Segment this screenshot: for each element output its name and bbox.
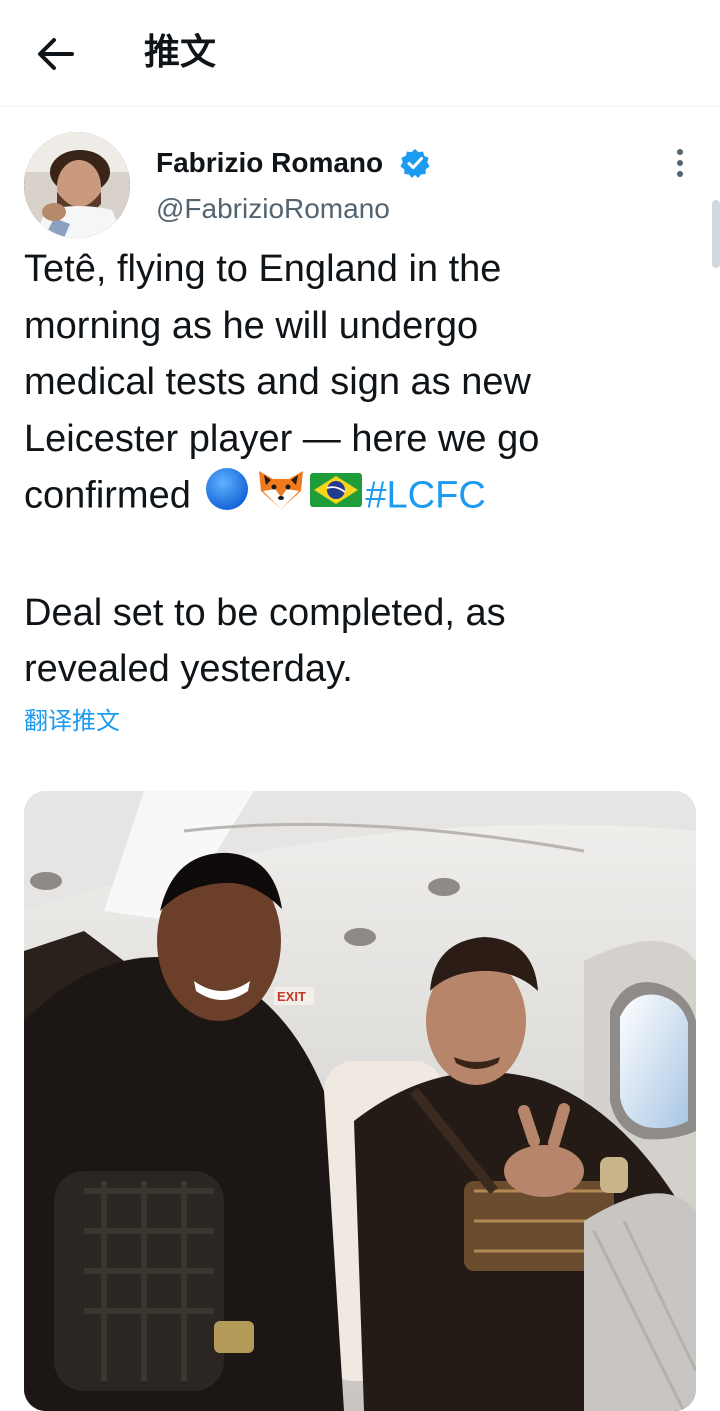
top-bar: 推文 [0,0,720,107]
tweet-text: Tetê, flying to England in the morning a… [24,241,684,698]
hashtag-link[interactable]: #LCFC [365,475,485,517]
page-title: 推文 [144,31,217,72]
translate-tweet-link[interactable]: 翻译推文 [24,706,120,738]
back-button[interactable] [34,32,78,76]
tweet-text-part2: Deal set to be completed, as revealed ye… [24,591,506,691]
verified-badge-icon [400,149,430,178]
brazil-flag-emoji [309,467,363,528]
scrollbar[interactable] [712,200,720,268]
more-vertical-icon [677,149,683,177]
avatar[interactable] [24,132,130,238]
arrow-left-icon [38,38,74,70]
exit-sign: EXIT [277,989,306,1004]
tweet-photo[interactable]: EXIT [24,791,696,1411]
more-options-button[interactable] [664,146,696,182]
author-display-name[interactable]: Fabrizio Romano [156,145,383,181]
fox-emoji [255,467,307,528]
blue-circle-emoji [201,467,253,528]
author-handle[interactable]: @FabrizioRomano [156,191,390,227]
